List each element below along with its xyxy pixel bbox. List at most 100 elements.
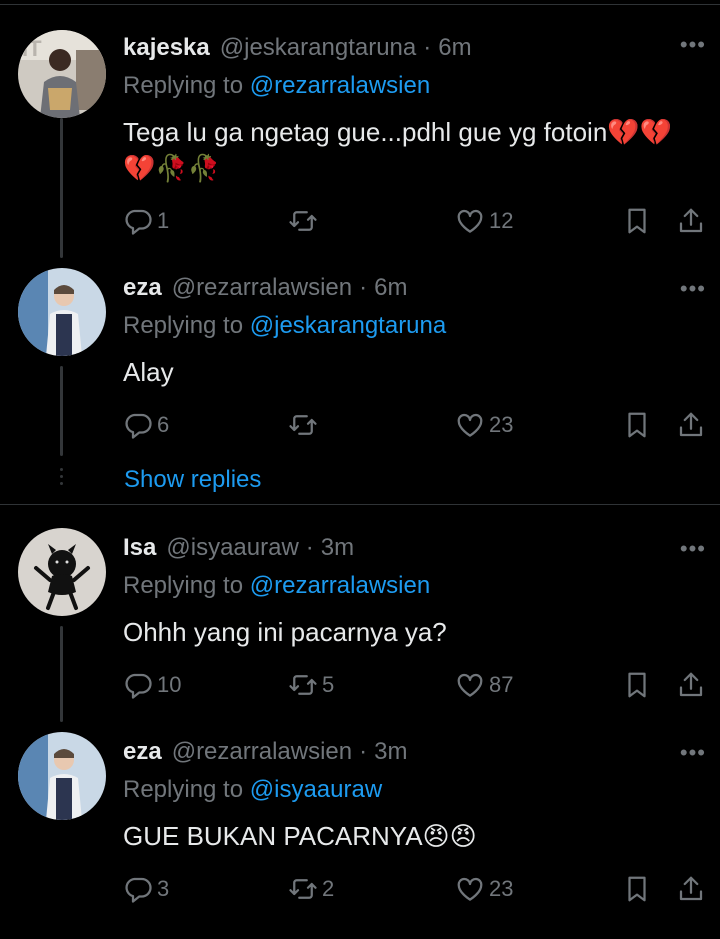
reply-count: 3 [157,876,170,901]
replying-prefix: Replying to [123,572,250,599]
retweet-button[interactable] [288,206,322,236]
timestamp[interactable]: 3m [321,534,354,562]
avatar[interactable] [18,528,106,616]
display-name[interactable]: kajeska [123,34,210,62]
bookmark-button[interactable] [622,206,652,236]
reply-button[interactable]: 1 [123,206,169,236]
bookmark-icon [628,412,646,438]
reply-count: 1 [157,208,170,233]
replying-prefix: Replying to [123,312,250,339]
mention-link[interactable]: @jeskarangtaruna [250,312,446,339]
reply-icon [125,877,152,903]
like-icon [457,413,483,437]
replying-to: Replying to @isyaauraw [123,776,700,808]
reply-icon [125,209,152,235]
tweet-text: Tega lu ga ngetag gue...pdhl gue yg foto… [123,117,673,183]
separator: · [359,738,368,765]
retweet-icon [289,879,317,899]
reply-button[interactable]: 10 [123,670,181,700]
avatar[interactable] [18,268,106,356]
display-name[interactable]: Isa [123,534,156,562]
bookmark-button[interactable] [622,410,652,440]
svg-text:IT: IT [22,36,42,61]
retweet-count: 5 [322,672,335,697]
share-button[interactable] [676,670,706,700]
avatar[interactable] [18,732,106,820]
more-icon[interactable]: ••• [680,536,706,562]
share-icon [679,672,703,697]
mention-link[interactable]: @isyaauraw [250,776,382,803]
like-button[interactable]: 87 [455,670,513,700]
timestamp[interactable]: 3m [374,738,407,766]
display-name[interactable]: eza [123,738,162,766]
tweet-header: eza @rezarralawsien · 6m [123,274,700,306]
like-count: 12 [489,208,514,233]
display-name[interactable]: eza [123,274,162,302]
share-button[interactable] [676,410,706,440]
reply-count: 6 [157,412,170,437]
thread-line [60,366,63,456]
share-icon [679,876,703,901]
reply-button[interactable]: 3 [123,874,169,904]
separator: · [359,274,368,301]
bookmark-button[interactable] [622,874,652,904]
more-icon[interactable]: ••• [680,32,706,58]
reply-button[interactable]: 6 [123,410,169,440]
bookmark-icon [628,208,646,234]
tweet-text: Ohhh yang ini pacarnya ya? [123,617,447,647]
more-icon[interactable]: ••• [680,740,706,766]
top-divider [0,4,720,5]
separator: · [423,34,432,61]
tweet-text: GUE BUKAN PACARNYA😠😠 [123,821,477,851]
like-button[interactable]: 23 [455,410,513,440]
tweet-actions: 3 2 23 [123,874,713,910]
replying-prefix: Replying to [123,72,250,99]
retweet-button[interactable] [288,410,322,440]
timestamp[interactable]: 6m [374,274,407,302]
retweet-count: 2 [322,876,335,901]
bookmark-icon [628,876,646,902]
share-button[interactable] [676,874,706,904]
tweet-actions: 6 23 [123,410,713,446]
tweet-header: kajeska @jeskarangtaruna · 6m [123,34,700,66]
like-count: 87 [489,672,514,697]
user-handle[interactable]: @jeskarangtaruna [220,34,416,62]
like-button[interactable]: 23 [455,874,513,904]
thread-line [60,118,63,258]
thread-line [60,626,63,722]
retweet-icon [289,415,317,435]
retweet-button[interactable]: 5 [288,670,334,700]
share-icon [679,412,703,437]
like-icon [457,877,483,901]
user-handle[interactable]: @rezarralawsien [172,274,352,302]
section-divider [0,504,720,505]
retweet-button[interactable]: 2 [288,874,334,904]
user-handle[interactable]: @rezarralawsien [172,738,352,766]
show-replies-link[interactable]: Show replies [124,466,261,494]
bookmark-button[interactable] [622,670,652,700]
replying-to: Replying to @rezarralawsien [123,72,700,104]
user-handle[interactable]: @isyaauraw [166,534,298,562]
mention-link[interactable]: @rezarralawsien [250,572,430,599]
more-icon[interactable]: ••• [680,276,706,302]
reply-icon [125,413,152,439]
like-button[interactable]: 12 [455,206,513,236]
tweet-text: Alay [123,357,174,387]
retweet-icon [289,675,317,695]
share-icon [679,208,703,233]
share-button[interactable] [676,206,706,236]
like-icon [457,209,483,233]
tweet-header: eza @rezarralawsien · 3m [123,738,700,770]
mention-link[interactable]: @rezarralawsien [250,72,430,99]
replying-to: Replying to @jeskarangtaruna [123,312,700,344]
reply-icon [125,673,152,699]
thread-more-dots [60,468,63,489]
timestamp[interactable]: 6m [438,34,471,62]
like-count: 23 [489,876,514,901]
avatar[interactable]: IT [18,30,106,118]
separator: · [305,534,314,561]
tweet-actions: 10 5 87 [123,670,713,706]
replying-to: Replying to @rezarralawsien [123,572,700,604]
like-count: 23 [489,412,514,437]
replying-prefix: Replying to [123,776,250,803]
